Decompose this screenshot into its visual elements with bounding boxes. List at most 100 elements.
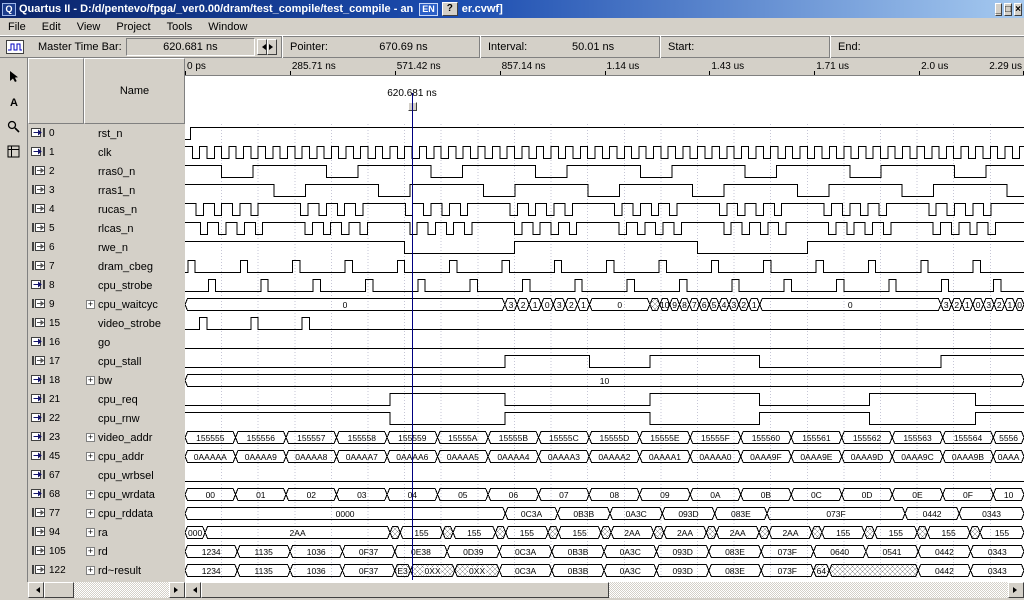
signal-row-cpu_req[interactable]: 21cpu_req: [28, 390, 185, 409]
close-button[interactable]: ×: [1014, 3, 1022, 16]
wave-rucas_n[interactable]: [185, 204, 1024, 216]
scroll-right-icon[interactable]: [1008, 582, 1024, 598]
wave-cpu_stall[interactable]: [185, 356, 1024, 368]
master-time-bar-line[interactable]: [412, 93, 413, 580]
name-panel-scrollbar[interactable]: [28, 582, 185, 598]
signal-row-clk[interactable]: 1clk: [28, 143, 185, 162]
menu-view[interactable]: View: [69, 19, 109, 35]
wave-dram_cbeg[interactable]: [185, 261, 1024, 273]
help-button[interactable]: ?: [442, 2, 458, 16]
text-tool-icon[interactable]: A: [3, 91, 25, 111]
expand-icon[interactable]: +: [86, 509, 95, 518]
spin-left-icon[interactable]: [257, 39, 267, 55]
wave-rwe_n[interactable]: [185, 242, 1024, 254]
wave-cpu_addr[interactable]: 0AAAAA0AAAA90AAAA80AAAA70AAAA60AAAA50AAA…: [185, 451, 1024, 463]
restore-button[interactable]: □: [1004, 3, 1012, 16]
signal-row-rst_n[interactable]: 0rst_n: [28, 124, 185, 143]
menu-edit[interactable]: Edit: [34, 19, 69, 35]
signal-row-cpu_stall[interactable]: 17cpu_stall: [28, 352, 185, 371]
menu-tools[interactable]: Tools: [159, 19, 201, 35]
signal-index-cell: 122: [28, 564, 84, 578]
time-scale-ruler[interactable]: 0 ps285.71 ns571.42 ns857.14 ns1.14 us1.…: [185, 58, 1024, 76]
signal-row-bw[interactable]: 18+bw: [28, 371, 185, 390]
wave-rst_n[interactable]: [185, 128, 1024, 140]
wave-cpu_rddata[interactable]: 00000C3A0B3B0A3C093D083E073F04420343: [185, 508, 1024, 520]
menu-file[interactable]: File: [0, 19, 34, 35]
scrollbar-thumb[interactable]: [44, 582, 74, 598]
title-bar[interactable]: Q Quartus II - D:/d/pentevo/fpga/_ver0.0…: [0, 0, 1024, 18]
time-bar-area[interactable]: 620.681 ns: [185, 76, 1024, 124]
wave-cpu_waitcyc[interactable]: 03210321010987654321032103210: [185, 299, 1024, 311]
wave-rd[interactable]: 1234113510360F370E380D390C3A0B3B0A3C093D…: [185, 546, 1024, 558]
expand-icon[interactable]: +: [86, 433, 95, 442]
wave-ra[interactable]: 0002AA1551551551552AA2AA2AA2AA1551551551…: [185, 527, 1024, 539]
expand-icon[interactable]: +: [86, 300, 95, 309]
signal-row-ra[interactable]: 94+ra: [28, 523, 185, 542]
signal-row-rras0_n[interactable]: 2rras0_n: [28, 162, 185, 181]
scroll-right-icon[interactable]: [169, 582, 185, 598]
signal-row-rd[interactable]: 105+rd: [28, 542, 185, 561]
scrollbar-track[interactable]: [74, 582, 169, 598]
expand-icon[interactable]: +: [86, 566, 95, 575]
signal-row-cpu_rddata[interactable]: 77+cpu_rddata: [28, 504, 185, 523]
waveform-scrollbar[interactable]: [185, 582, 1024, 598]
scroll-left-icon[interactable]: [185, 582, 201, 598]
wave-bw[interactable]: 10: [185, 375, 1024, 387]
scroll-left-icon[interactable]: [28, 582, 44, 598]
selection-tool-icon[interactable]: [3, 66, 25, 86]
wave-rd~result[interactable]: 1234113510360F37E30XX0XX0C3A0B3B0A3C093D…: [185, 565, 1024, 577]
wave-video_addr[interactable]: 15555515555615555715555815555915555A1555…: [185, 432, 1024, 444]
waveform-tool-strip: A: [0, 58, 28, 582]
scrollbar-track[interactable]: [609, 582, 1008, 598]
wave-cpu_rnw[interactable]: [185, 413, 1024, 425]
expand-icon[interactable]: +: [86, 452, 95, 461]
end-value[interactable]: [865, 45, 1020, 49]
wave-rras1_n[interactable]: [185, 185, 1024, 197]
waveform-canvas[interactable]: 03210321010987654321032103210 10 155555155…: [185, 124, 1024, 580]
signal-name: video_strobe: [98, 318, 161, 330]
signal-row-rwe_n[interactable]: 6rwe_n: [28, 238, 185, 257]
time-tick-label: 1.14 us: [607, 61, 640, 72]
signal-row-rucas_n[interactable]: 4rucas_n: [28, 200, 185, 219]
svg-text:155560: 155560: [752, 433, 781, 443]
wave-video_strobe[interactable]: [185, 318, 1024, 330]
wave-clk[interactable]: [185, 147, 1024, 159]
wave-cpu_wrdata[interactable]: 000102030405060708090A0B0C0D0E0F10: [185, 489, 1024, 501]
svg-text:155: 155: [467, 528, 481, 538]
expand-icon[interactable]: +: [86, 490, 95, 499]
menu-window[interactable]: Window: [200, 19, 255, 35]
fit-view-icon[interactable]: [3, 141, 25, 161]
minimize-button[interactable]: _: [995, 3, 1003, 16]
signal-row-rlcas_n[interactable]: 5rlcas_n: [28, 219, 185, 238]
signal-row-video_addr[interactable]: 23+video_addr: [28, 428, 185, 447]
signal-row-cpu_rnw[interactable]: 22cpu_rnw: [28, 409, 185, 428]
spin-right-icon[interactable]: [267, 39, 277, 55]
signal-name: cpu_rddata: [98, 508, 153, 520]
signal-row-cpu_waitcyc[interactable]: 9+cpu_waitcyc: [28, 295, 185, 314]
expand-icon[interactable]: +: [86, 528, 95, 537]
signal-row-rras1_n[interactable]: 3rras1_n: [28, 181, 185, 200]
expand-icon[interactable]: +: [86, 547, 95, 556]
waveform-editor-icon[interactable]: [3, 38, 27, 56]
wave-rras0_n[interactable]: [185, 166, 1024, 178]
signal-row-cpu_wrdata[interactable]: 68+cpu_wrdata: [28, 485, 185, 504]
start-value[interactable]: [698, 45, 825, 49]
language-indicator-badge[interactable]: EN: [419, 3, 438, 16]
signal-row-cpu_wrbsel[interactable]: 67cpu_wrbsel: [28, 466, 185, 485]
zoom-tool-icon[interactable]: [3, 116, 25, 136]
svg-text:0AAAA2: 0AAAA2: [598, 452, 630, 462]
signal-name: cpu_req: [98, 394, 138, 406]
wave-cpu_strobe[interactable]: [185, 280, 1024, 292]
signal-row-cpu_addr[interactable]: 45+cpu_addr: [28, 447, 185, 466]
master-time-value[interactable]: 620.681 ns: [126, 38, 255, 56]
signal-row-dram_cbeg[interactable]: 7dram_cbeg: [28, 257, 185, 276]
menu-project[interactable]: Project: [108, 19, 158, 35]
signal-row-video_strobe[interactable]: 15video_strobe: [28, 314, 185, 333]
signal-row-go[interactable]: 16go: [28, 333, 185, 352]
wave-cpu_req[interactable]: [185, 394, 1024, 406]
expand-icon[interactable]: +: [86, 376, 95, 385]
scrollbar-thumb[interactable]: [201, 582, 609, 598]
signal-row-cpu_strobe[interactable]: 8cpu_strobe: [28, 276, 185, 295]
signal-row-rd~result[interactable]: 122+rd~result: [28, 561, 185, 580]
wave-rlcas_n[interactable]: [185, 223, 1024, 235]
